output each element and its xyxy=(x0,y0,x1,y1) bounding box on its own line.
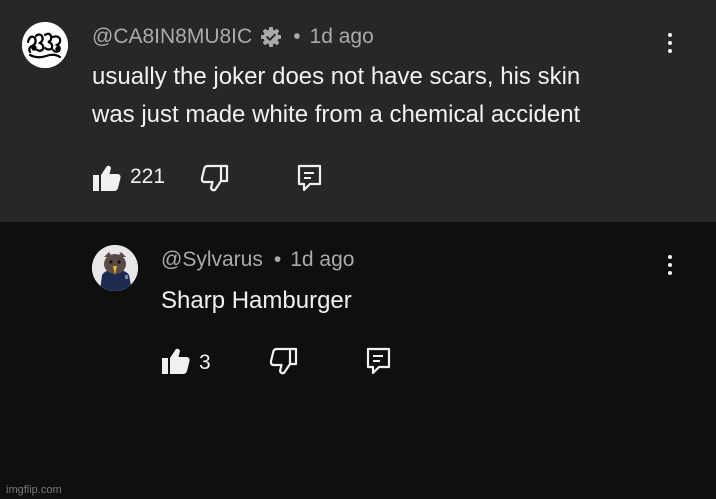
more-vert-icon[interactable] xyxy=(665,33,675,61)
comment-time[interactable]: 1d ago xyxy=(290,248,354,272)
comment-meta: @CA8IN8MU8IC • 1d ago xyxy=(92,25,374,49)
thumbs-up-icon xyxy=(162,348,190,374)
watermark: imgflip.com xyxy=(6,484,62,496)
more-vert-icon[interactable] xyxy=(665,255,675,283)
comment-time[interactable]: 1d ago xyxy=(310,25,374,49)
dislike-button[interactable] xyxy=(269,347,299,375)
comment-text-line: usually the joker does not have scars, h… xyxy=(92,63,581,90)
verified-gear-icon xyxy=(260,26,282,48)
avatar[interactable] xyxy=(92,245,138,291)
like-button[interactable] xyxy=(161,347,191,375)
avatar[interactable] xyxy=(22,22,68,68)
meta-separator: • xyxy=(293,25,301,48)
comment-text: usually the joker does not have scars, h… xyxy=(92,58,692,134)
bird-avatar-icon xyxy=(92,245,138,291)
reply-icon xyxy=(297,164,322,192)
reply-button[interactable] xyxy=(297,164,323,192)
comment-meta: @Sylvarus • 1d ago xyxy=(161,248,354,272)
reply-icon xyxy=(366,347,391,375)
like-button[interactable] xyxy=(92,164,122,192)
channel-handle[interactable]: @Sylvarus xyxy=(161,248,263,272)
channel-handle[interactable]: @CA8IN8MU8IC xyxy=(92,25,252,49)
comment-text-line: was just made white from a chemical acci… xyxy=(92,101,581,128)
meta-separator: • xyxy=(273,248,282,271)
comment-text: Sharp Hamburger xyxy=(161,287,352,314)
dislike-button[interactable] xyxy=(200,164,230,192)
like-count: 221 xyxy=(130,165,166,188)
reply-button[interactable] xyxy=(366,347,392,375)
like-count: 3 xyxy=(199,351,211,374)
thumbs-down-icon xyxy=(269,347,298,375)
comment-top-level: @CA8IN8MU8IC • 1d ago usually the joker … xyxy=(0,0,716,222)
thumbs-up-icon xyxy=(93,165,121,191)
thumbs-down-icon xyxy=(200,164,229,192)
graffiti-logo-icon xyxy=(22,22,68,68)
